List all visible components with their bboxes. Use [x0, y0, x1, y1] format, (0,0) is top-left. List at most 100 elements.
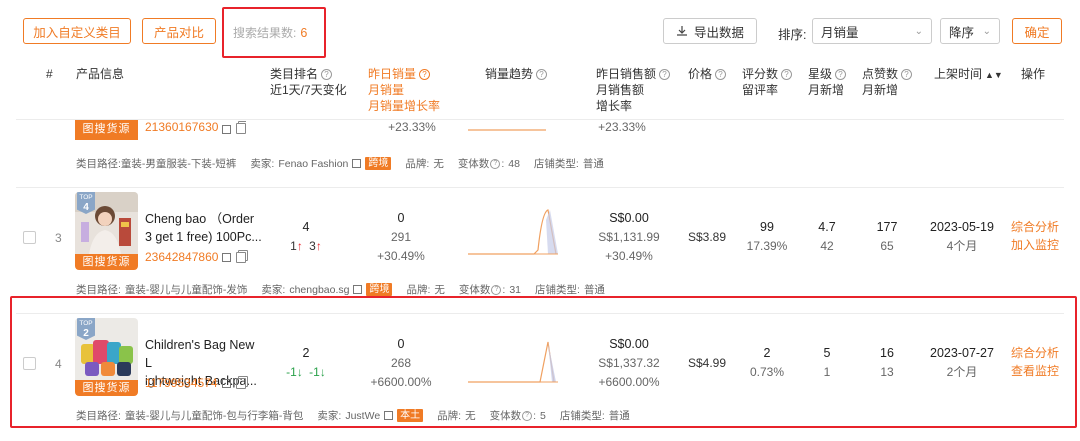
col-review-count[interactable]: 评分数? 留评率 [742, 66, 793, 98]
help-icon[interactable]: ? [659, 69, 671, 80]
col-star[interactable]: 星级? 月新增 [808, 66, 847, 98]
sort-label: 排序: [778, 28, 807, 42]
external-link-icon[interactable] [222, 252, 232, 262]
product-id-link[interactable]: 11799534574 [145, 376, 246, 390]
external-link-icon[interactable] [221, 378, 231, 388]
brand-value: 无 [434, 284, 445, 296]
sales-cell: 0 291 +30.49% [357, 209, 445, 266]
revenue-growth: +23.33% [598, 120, 646, 134]
store-type-value: 普通 [608, 410, 630, 422]
help-icon[interactable]: ? [781, 69, 793, 80]
col-yesterday-revenue[interactable]: 昨日销售额? 月销售额 增长率 [596, 66, 671, 114]
col-listed-time[interactable]: 上架时间 ▲▼ [934, 66, 1003, 83]
category-path-info: 类目路径: 童装-男童服装-下装-短裤 卖家: Fenao Fashion 跨境… [76, 156, 604, 171]
brand-value: 无 [465, 410, 476, 422]
external-link-icon[interactable] [353, 285, 363, 294]
sort-icon[interactable]: ▲▼ [985, 70, 1003, 80]
help-icon[interactable]: ? [715, 69, 727, 80]
monthly-revenue: S$1,337.32 [598, 356, 660, 370]
seller-name[interactable]: Fenao Fashion [278, 158, 348, 170]
help-icon[interactable]: ? [835, 69, 847, 80]
review-rate: 0.73% [749, 365, 785, 379]
chevron-down-icon: ⌄ [914, 25, 923, 37]
image-source-search-button[interactable]: 图搜货源 [75, 380, 138, 396]
col-likes[interactable]: 点赞数? 月新增 [862, 66, 913, 98]
product-id-link[interactable]: 21360167630 [145, 120, 247, 134]
listed-age: 2个月 [946, 365, 978, 379]
help-icon[interactable]: ? [321, 69, 333, 80]
category-rank: 4 [302, 220, 310, 234]
arrow-down-icon: ↓ [296, 365, 303, 379]
sales-cell: 0 268 +6600.00% [357, 335, 445, 392]
col-index: # [46, 67, 53, 81]
copy-icon[interactable] [236, 251, 247, 263]
action-links: 综合分析 查看监控 [1011, 344, 1059, 380]
price: S$4.99 [687, 356, 727, 370]
help-icon[interactable]: ? [901, 69, 913, 80]
product-thumbnail[interactable]: TOP 2 图搜货源 [75, 318, 138, 396]
yesterday-revenue: S$0.00 [609, 211, 649, 225]
sales-trend-sparkline [468, 209, 558, 255]
seller-type-tag: 跨境 [366, 283, 393, 296]
col-sales-trend[interactable]: 销量趋势? [485, 66, 548, 82]
monthly-growth: +23.33% [388, 120, 436, 134]
add-custom-category-button[interactable]: 加入自定义类目 [23, 18, 131, 44]
category-path[interactable]: 童装-婴儿与儿童配饰-发饰 [125, 282, 248, 297]
variants-value: 48 [508, 157, 520, 170]
confirm-button[interactable]: 确定 [1012, 18, 1062, 44]
col-category-rank[interactable]: 类目排名? 近1天/7天变化 [270, 66, 347, 98]
yesterday-sales: 0 [397, 337, 405, 351]
sort-order-select[interactable]: 降序 ⌄ [940, 18, 1000, 44]
help-icon[interactable]: ? [522, 410, 533, 421]
external-link-icon[interactable] [384, 411, 394, 420]
copy-icon[interactable] [236, 123, 247, 134]
row-checkbox[interactable] [23, 357, 36, 370]
variants-value: 31 [509, 283, 522, 296]
category-path[interactable]: 童装-婴儿与儿童配饰-包与行李箱-背包 [125, 408, 304, 423]
product-compare-button[interactable]: 产品对比 [142, 18, 216, 44]
price: S$3.89 [687, 230, 727, 244]
category-path[interactable]: 童装-男童服装-下装-短裤 [121, 156, 237, 171]
category-path-info: 类目路径: 童装-婴儿与儿童配饰-发饰 卖家: chengbao.sg 跨境 品… [76, 282, 605, 297]
listed-date: 2023-05-19 [930, 220, 994, 234]
product-id-link[interactable]: 23642847860 [145, 250, 247, 264]
star-cell: 4.7 42 [802, 218, 852, 256]
help-icon[interactable]: ? [491, 284, 502, 295]
likes-count: 16 [880, 346, 894, 360]
comprehensive-analysis-link[interactable]: 综合分析 [1011, 218, 1059, 236]
seller-type-tag: 本土 [397, 409, 424, 422]
view-monitor-link[interactable]: 查看监控 [1011, 362, 1059, 380]
seller-name[interactable]: JustWe [345, 410, 380, 422]
help-icon[interactable]: ? [419, 69, 431, 80]
col-yesterday-sales[interactable]: 昨日销量? 月销量 月销量增长率 [368, 66, 440, 114]
sort-field-select[interactable]: 月销量 ⌄ [812, 18, 932, 44]
help-icon[interactable]: ? [490, 158, 501, 169]
listed-time-cell: 2023-05-19 4个月 [922, 218, 1002, 256]
revenue-growth: +30.49% [605, 249, 653, 263]
category-path-info: 类目路径: 童装-婴儿与儿童配饰-包与行李箱-背包 卖家: JustWe 本土 … [76, 408, 630, 423]
seller-type-tag: 跨境 [365, 157, 392, 170]
product-title[interactable]: Cheng bao （Order 3 get 1 free) 100Pc... [145, 210, 263, 246]
result-count-value: 6 [300, 25, 308, 40]
external-link-icon[interactable] [352, 159, 362, 168]
image-source-search-button[interactable]: 图搜货源 [75, 254, 138, 270]
arrow-up-icon: ↑ [296, 239, 303, 253]
listed-time-cell: 2023-07-27 2个月 [922, 344, 1002, 382]
product-thumbnail[interactable]: TOP 4 图搜货源 [75, 192, 138, 270]
export-data-button[interactable]: 导出数据 [663, 18, 757, 44]
row-checkbox[interactable] [23, 231, 36, 244]
listed-age: 4个月 [946, 239, 978, 253]
likes-monthly-new: 65 [880, 239, 894, 253]
help-icon[interactable]: ? [536, 69, 548, 80]
comprehensive-analysis-link[interactable]: 综合分析 [1011, 344, 1059, 362]
table-row: 4 TOP 2 图搜货源 Children's Bag New L ightwei… [0, 314, 1080, 440]
copy-icon[interactable] [235, 377, 246, 389]
add-monitor-link[interactable]: 加入监控 [1011, 236, 1059, 254]
image-source-search-button[interactable]: 图搜货源 [75, 120, 138, 140]
result-count-label: 搜索结果数: [233, 26, 297, 40]
external-link-icon[interactable] [222, 125, 232, 134]
review-count: 2 [763, 346, 771, 360]
col-price[interactable]: 价格? [688, 66, 727, 82]
seller-name[interactable]: chengbao.sg [289, 284, 349, 296]
star-monthly-new: 42 [820, 239, 834, 253]
